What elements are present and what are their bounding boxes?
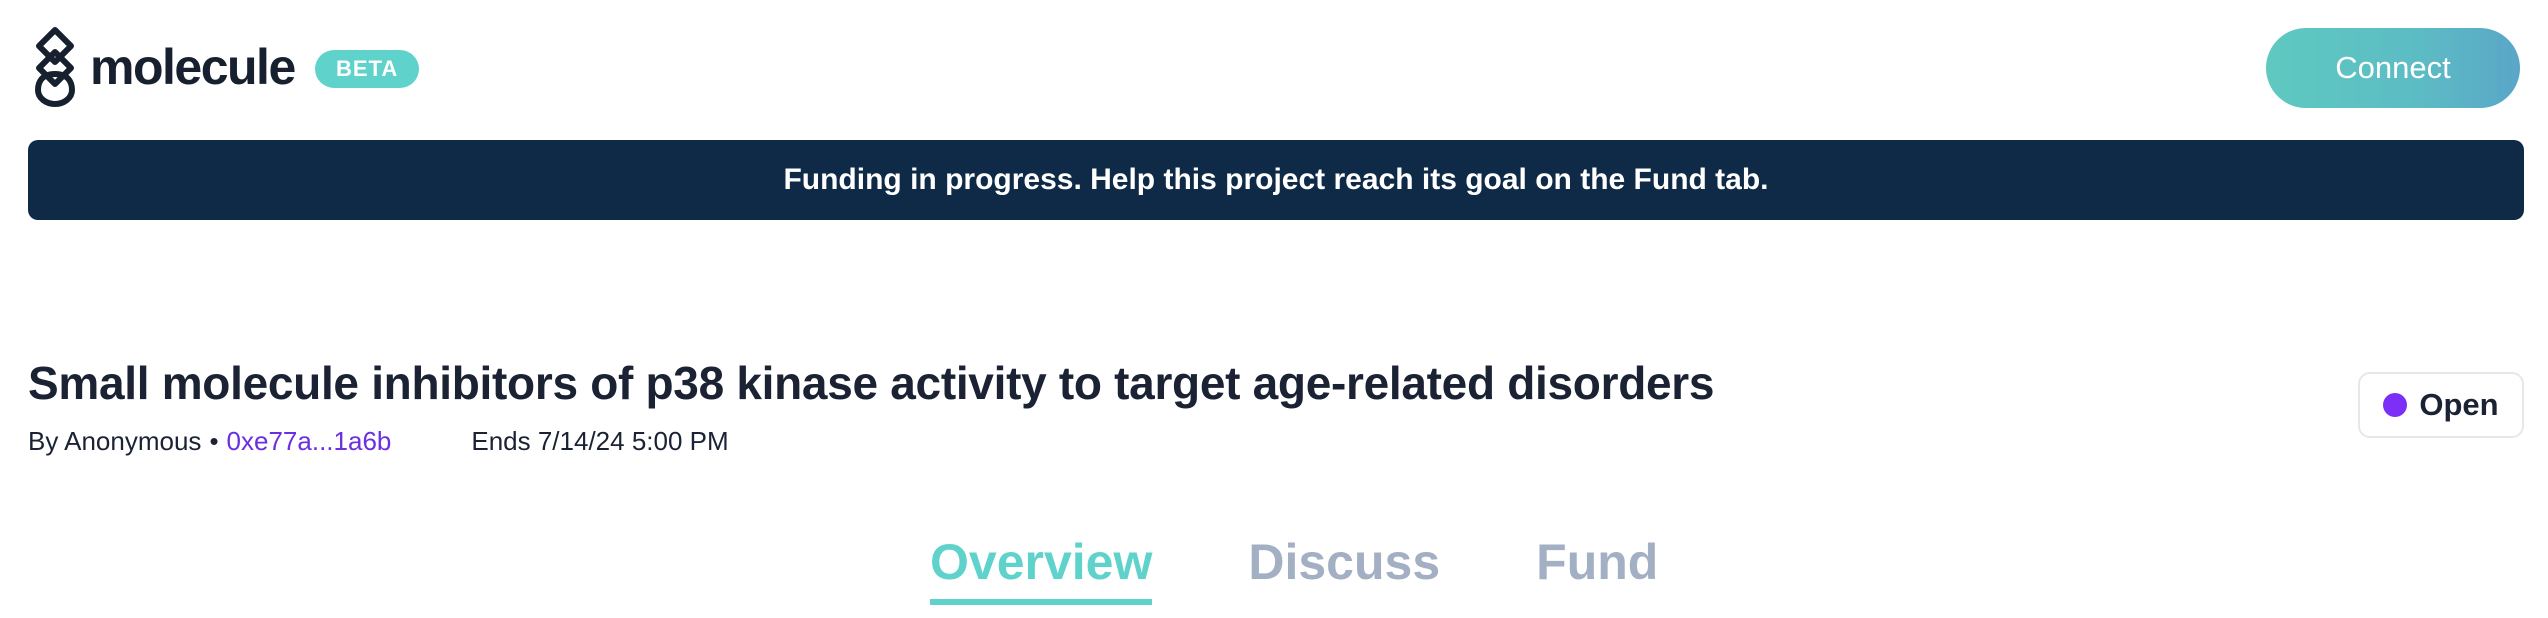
status-badge: Open bbox=[2358, 372, 2524, 438]
tab-fund[interactable]: Fund bbox=[1536, 533, 1658, 605]
beta-badge: BETA bbox=[315, 50, 420, 88]
molecule-logo-icon bbox=[35, 27, 75, 107]
logo[interactable]: molecule bbox=[28, 26, 296, 108]
banner-text: Funding in progress. Help this project r… bbox=[783, 163, 1769, 196]
tab-discuss[interactable]: Discuss bbox=[1248, 533, 1440, 605]
page-title: Small molecule inhibitors of p38 kinase … bbox=[28, 357, 1715, 409]
meta-separator: • bbox=[209, 426, 219, 456]
page: molecule BETA Connect Funding in progres… bbox=[0, 0, 2548, 618]
wallet-address-link[interactable]: 0xe77a...1a6b bbox=[227, 426, 392, 457]
logo-text: molecule bbox=[90, 39, 296, 95]
author-label: By Anonymous bbox=[28, 426, 202, 456]
end-date: Ends 7/14/24 5:00 PM bbox=[471, 426, 729, 456]
tab-bar: Overview Discuss Fund bbox=[930, 533, 1658, 618]
project-meta: By Anonymous • 0xe77a...1a6b Ends 7/14/2… bbox=[28, 426, 729, 457]
funding-banner: Funding in progress. Help this project r… bbox=[28, 140, 2524, 220]
header: molecule BETA Connect bbox=[28, 26, 2520, 108]
connect-button[interactable]: Connect bbox=[2266, 28, 2520, 108]
status-dot-icon bbox=[2383, 393, 2408, 417]
tab-overview[interactable]: Overview bbox=[930, 533, 1153, 605]
status-label: Open bbox=[2419, 387, 2499, 422]
